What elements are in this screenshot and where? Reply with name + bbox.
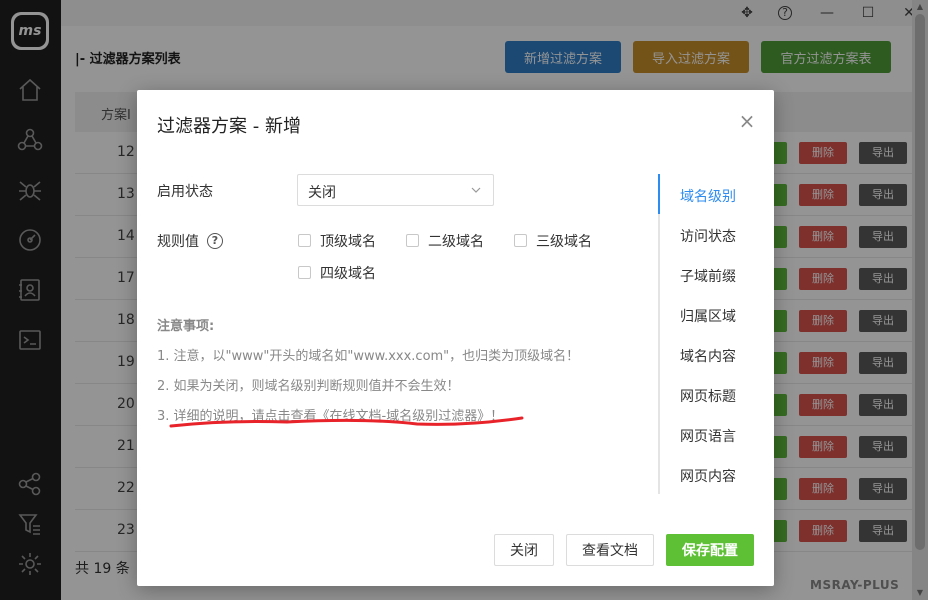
checkbox-box[interactable] bbox=[514, 234, 527, 247]
nav-page-language[interactable]: 网页语言 bbox=[680, 426, 736, 446]
active-indicator bbox=[658, 174, 660, 214]
dialog-side-nav: 域名级别 访问状态 子域前缀 归属区域 域名内容 网页标题 网页语言 网页内容 bbox=[658, 174, 758, 494]
status-select[interactable]: 关闭 bbox=[297, 174, 494, 206]
nav-page-title[interactable]: 网页标题 bbox=[680, 386, 736, 406]
note-2: 2. 如果为关闭，则域名级别判断规则值并不会生效！ bbox=[157, 379, 460, 394]
rule-help-icon[interactable]: ? bbox=[207, 233, 223, 249]
nav-access-status[interactable]: 访问状态 bbox=[680, 226, 736, 246]
checkbox-label: 二级域名 bbox=[428, 234, 484, 250]
nav-subdomain-prefix[interactable]: 子域前缀 bbox=[680, 266, 736, 286]
checkbox-label: 顶级域名 bbox=[320, 234, 376, 250]
status-label: 启用状态 bbox=[157, 184, 213, 200]
nav-domain-content[interactable]: 域名内容 bbox=[680, 346, 736, 366]
checkbox-box[interactable] bbox=[298, 266, 311, 279]
rule-label: 规则值 bbox=[157, 234, 199, 250]
notes-title: 注意事项: bbox=[157, 319, 215, 334]
checkbox-label: 四级域名 bbox=[320, 266, 376, 282]
nav-region[interactable]: 归属区域 bbox=[680, 306, 736, 326]
dialog-close-button[interactable]: 关闭 bbox=[494, 534, 554, 566]
red-underline-annotation bbox=[169, 416, 524, 428]
save-config-button[interactable]: 保存配置 bbox=[666, 534, 754, 566]
nav-page-content[interactable]: 网页内容 bbox=[680, 466, 736, 486]
view-docs-button[interactable]: 查看文档 bbox=[566, 534, 654, 566]
dialog-title: 过滤器方案 - 新增 bbox=[157, 116, 301, 137]
chevron-down-icon bbox=[471, 187, 481, 193]
note-1: 1. 注意，以"www"开头的域名如"www.xxx.com"，也归类为顶级域名… bbox=[157, 349, 580, 364]
dialog-close-icon[interactable]: × bbox=[737, 110, 757, 132]
checkbox-label: 三级域名 bbox=[536, 234, 592, 250]
status-select-value: 关闭 bbox=[308, 185, 336, 201]
nav-domain-level[interactable]: 域名级别 bbox=[680, 186, 736, 206]
filter-scheme-dialog: 过滤器方案 - 新增 × 启用状态 关闭 规则值 ? 顶级域名 二级域名 三级域… bbox=[137, 90, 774, 586]
checkbox-box[interactable] bbox=[298, 234, 311, 247]
checkbox-box[interactable] bbox=[406, 234, 419, 247]
